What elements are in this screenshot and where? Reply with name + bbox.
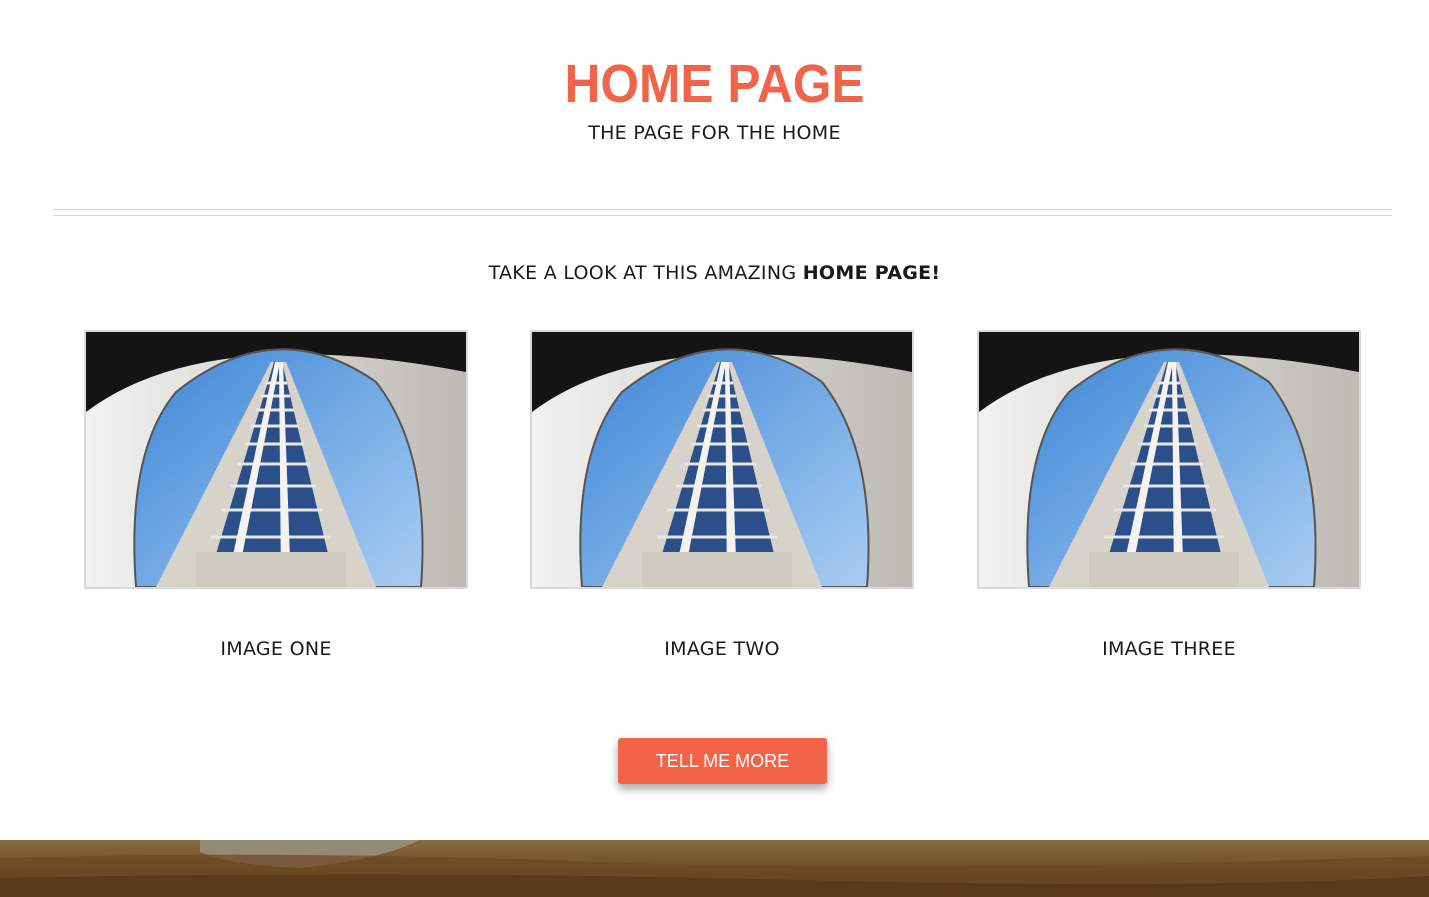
landscape-photo (0, 840, 1429, 897)
tell-me-more-button[interactable]: TELL ME MORE (618, 738, 827, 784)
skyscraper-image (979, 332, 1359, 587)
skyscraper-photo (84, 330, 468, 589)
section-divider (53, 209, 1392, 216)
intro-text-emphasis: HOME PAGE! (802, 262, 941, 284)
gallery-card: IMAGE TWO (530, 330, 914, 660)
skyscraper-photo (530, 330, 914, 589)
page-subtitle: THE PAGE FOR THE HOME (588, 122, 841, 144)
page-title: HOME PAGE (564, 54, 865, 114)
skyscraper-photo (977, 330, 1361, 589)
skyscraper-image (532, 332, 912, 587)
gallery-caption: IMAGE TWO (664, 638, 780, 660)
gallery-caption: IMAGE THREE (1102, 638, 1236, 660)
skyscraper-image (86, 332, 466, 587)
landscape-image (0, 840, 1429, 897)
intro-text-main: TAKE A LOOK AT THIS AMAZING (488, 262, 803, 284)
intro-text: TAKE A LOOK AT THIS AMAZING HOME PAGE! (0, 259, 1429, 287)
gallery-card: IMAGE ONE (84, 330, 468, 660)
gallery-card: IMAGE THREE (977, 330, 1361, 660)
gallery-caption: IMAGE ONE (220, 638, 332, 660)
